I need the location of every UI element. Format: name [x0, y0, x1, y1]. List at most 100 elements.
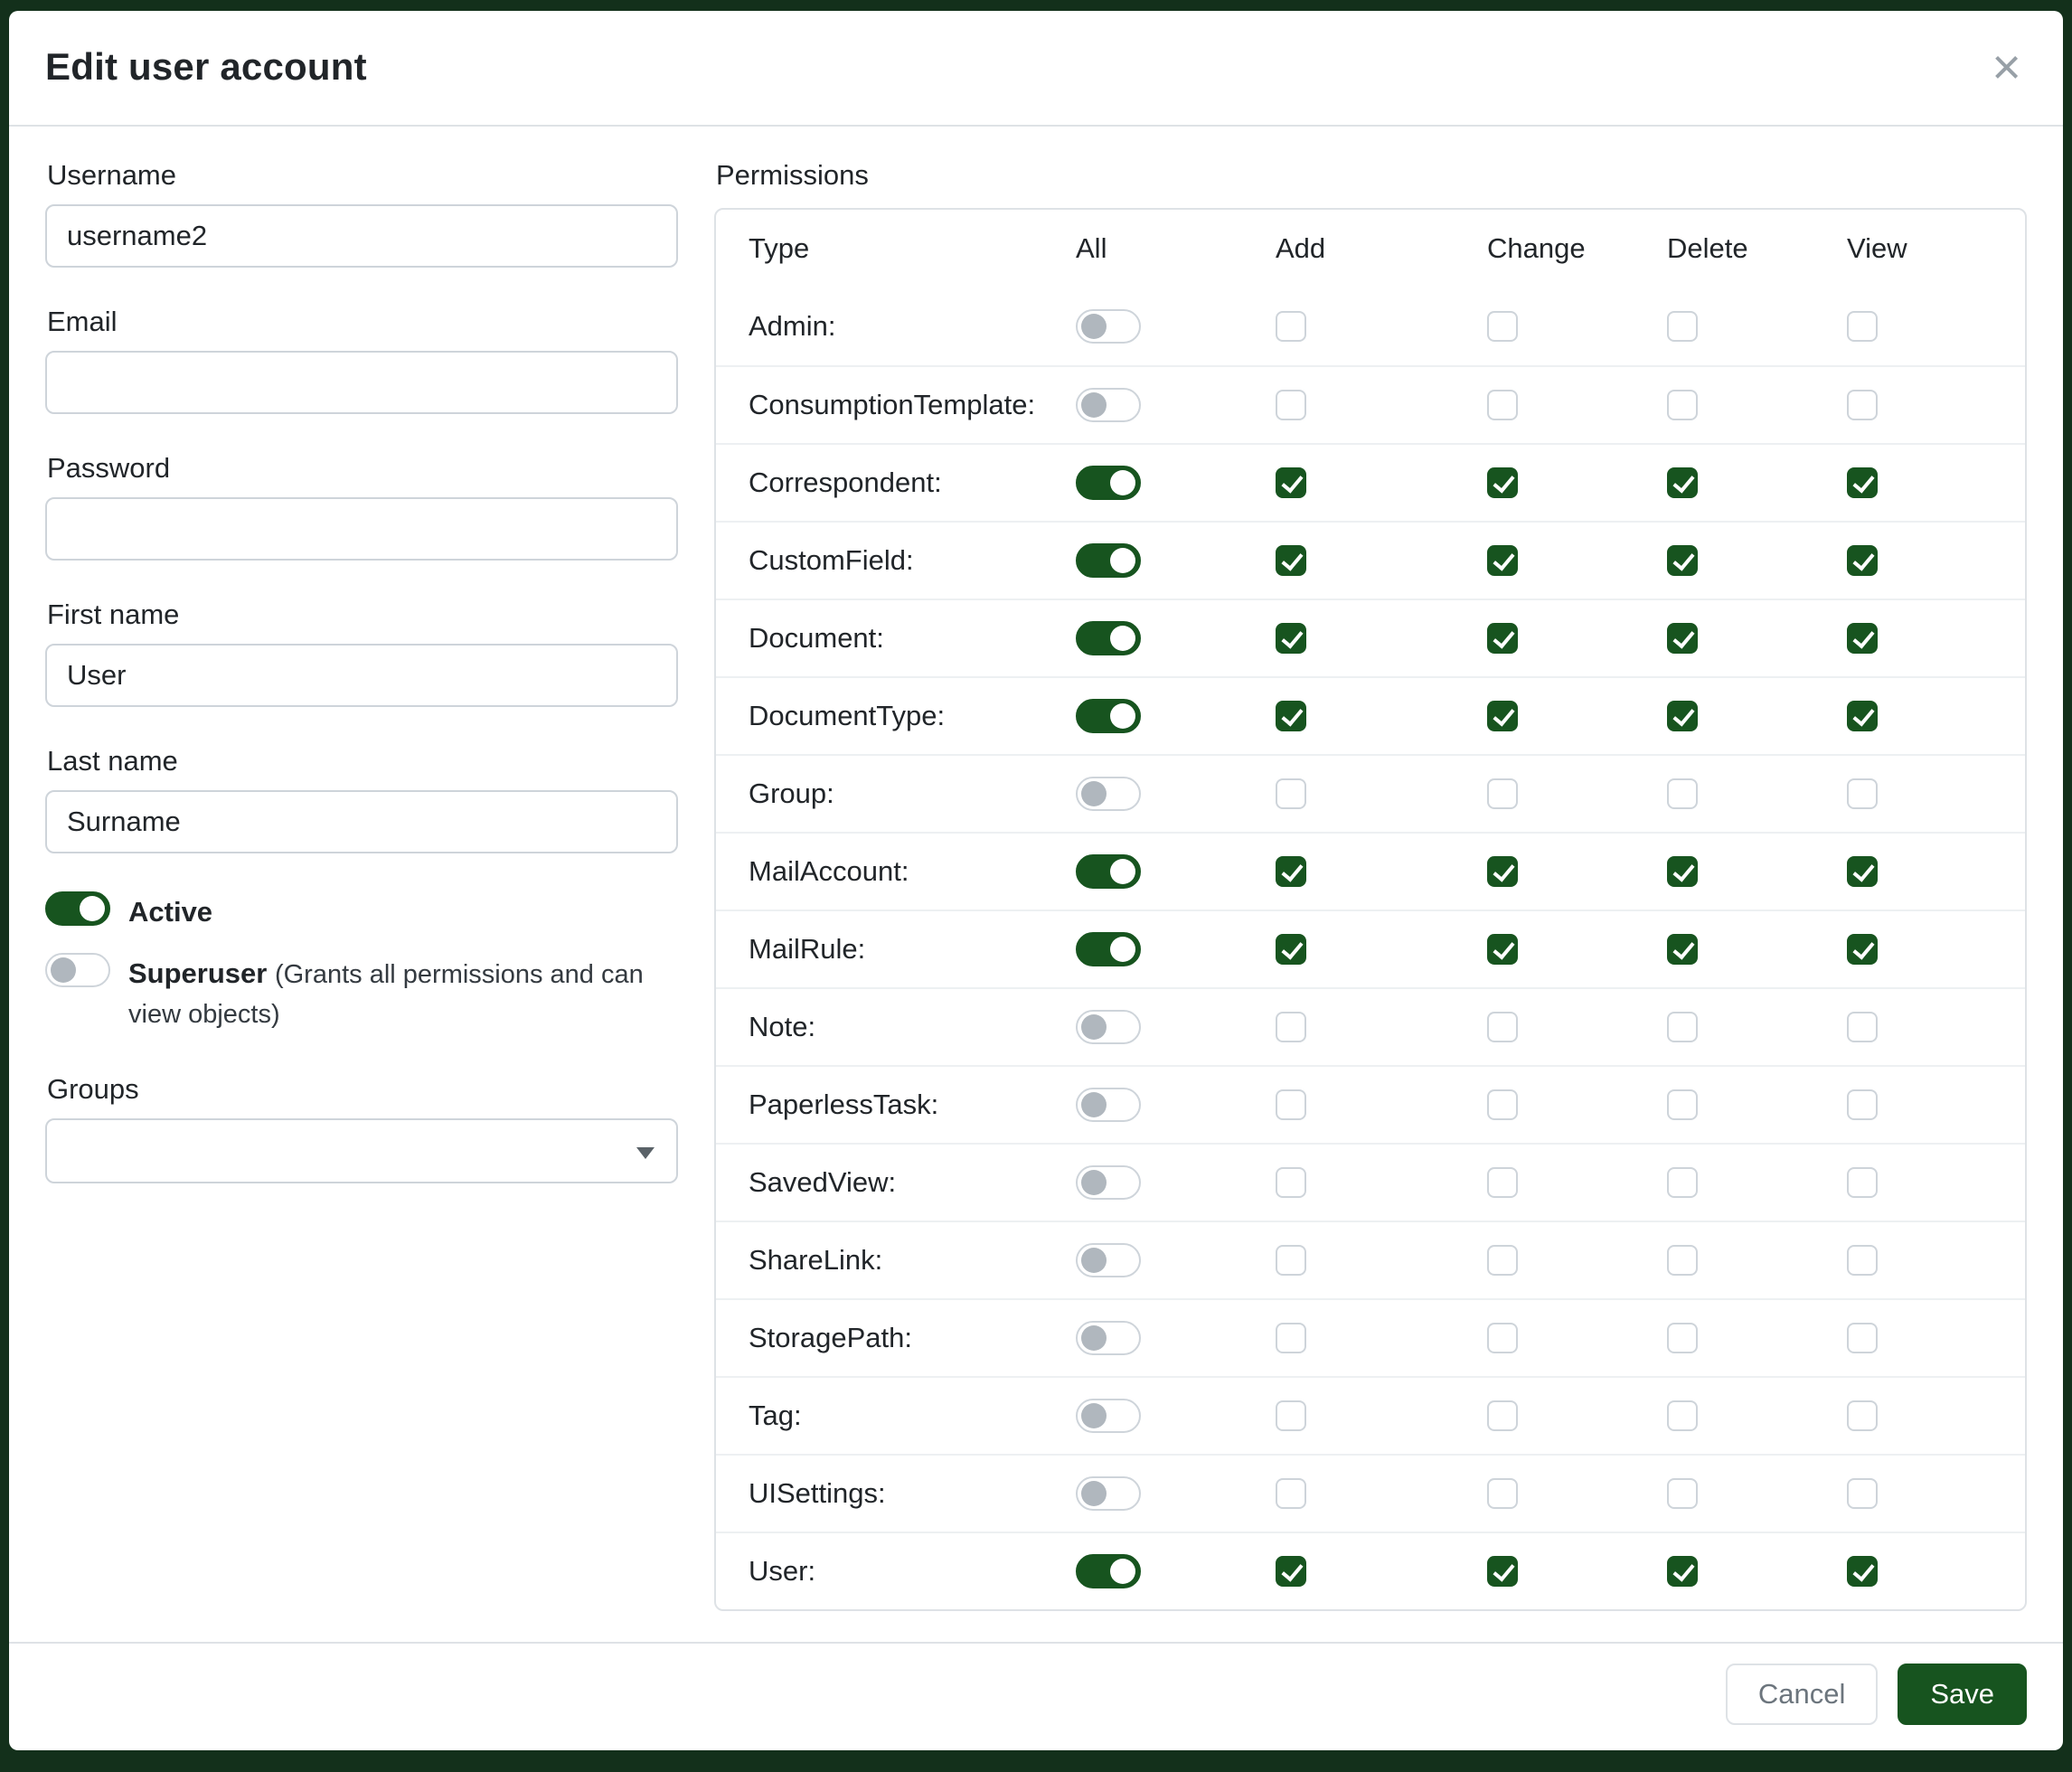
- delete-checkbox[interactable]: [1667, 1323, 1698, 1353]
- add-checkbox[interactable]: [1276, 934, 1306, 965]
- delete-checkbox[interactable]: [1667, 1245, 1698, 1276]
- add-checkbox[interactable]: [1276, 467, 1306, 498]
- view-checkbox[interactable]: [1847, 623, 1878, 654]
- active-toggle[interactable]: [45, 891, 110, 926]
- delete-checkbox[interactable]: [1667, 390, 1698, 420]
- cancel-button[interactable]: Cancel: [1726, 1664, 1879, 1725]
- change-checkbox[interactable]: [1487, 701, 1518, 731]
- groups-select[interactable]: [45, 1118, 678, 1183]
- superuser-toggle[interactable]: [45, 953, 110, 987]
- change-checkbox[interactable]: [1487, 467, 1518, 498]
- delete-checkbox[interactable]: [1667, 856, 1698, 887]
- delete-checkbox[interactable]: [1667, 1400, 1698, 1431]
- change-checkbox[interactable]: [1487, 1012, 1518, 1042]
- change-checkbox[interactable]: [1487, 1556, 1518, 1587]
- delete-checkbox[interactable]: [1667, 1556, 1698, 1587]
- delete-checkbox[interactable]: [1667, 1089, 1698, 1120]
- add-checkbox[interactable]: [1276, 1323, 1306, 1353]
- add-checkbox[interactable]: [1276, 1167, 1306, 1198]
- all-toggle[interactable]: [1076, 1476, 1141, 1511]
- add-checkbox[interactable]: [1276, 1245, 1306, 1276]
- change-checkbox[interactable]: [1487, 1400, 1518, 1431]
- add-checkbox[interactable]: [1276, 778, 1306, 809]
- all-toggle[interactable]: [1076, 466, 1141, 500]
- add-checkbox[interactable]: [1276, 701, 1306, 731]
- password-field[interactable]: [45, 497, 678, 561]
- all-toggle[interactable]: [1076, 1321, 1141, 1355]
- add-checkbox[interactable]: [1276, 623, 1306, 654]
- view-checkbox[interactable]: [1847, 1556, 1878, 1587]
- all-toggle[interactable]: [1076, 1010, 1141, 1044]
- view-checkbox[interactable]: [1847, 1089, 1878, 1120]
- all-toggle[interactable]: [1076, 854, 1141, 889]
- view-checkbox[interactable]: [1847, 390, 1878, 420]
- change-checkbox[interactable]: [1487, 623, 1518, 654]
- view-checkbox[interactable]: [1847, 311, 1878, 342]
- all-toggle[interactable]: [1076, 1554, 1141, 1588]
- all-toggle[interactable]: [1076, 621, 1141, 655]
- view-checkbox[interactable]: [1847, 1245, 1878, 1276]
- add-checkbox[interactable]: [1276, 856, 1306, 887]
- view-checkbox[interactable]: [1847, 545, 1878, 576]
- delete-checkbox[interactable]: [1667, 545, 1698, 576]
- all-toggle[interactable]: [1076, 1399, 1141, 1433]
- change-checkbox[interactable]: [1487, 778, 1518, 809]
- view-checkbox[interactable]: [1847, 856, 1878, 887]
- delete-checkbox[interactable]: [1667, 1478, 1698, 1509]
- first-name-field[interactable]: [45, 644, 678, 707]
- delete-checkbox[interactable]: [1667, 467, 1698, 498]
- change-checkbox[interactable]: [1487, 1245, 1518, 1276]
- view-checkbox[interactable]: [1847, 1478, 1878, 1509]
- delete-checkbox[interactable]: [1667, 778, 1698, 809]
- all-toggle[interactable]: [1076, 1088, 1141, 1122]
- change-checkbox[interactable]: [1487, 1478, 1518, 1509]
- permission-type-label: StoragePath:: [716, 1322, 1072, 1354]
- email-group: Email: [45, 306, 678, 414]
- view-checkbox[interactable]: [1847, 1167, 1878, 1198]
- delete-checkbox[interactable]: [1667, 623, 1698, 654]
- add-checkbox[interactable]: [1276, 390, 1306, 420]
- change-checkbox[interactable]: [1487, 934, 1518, 965]
- all-toggle[interactable]: [1076, 388, 1141, 422]
- change-checkbox[interactable]: [1487, 1089, 1518, 1120]
- all-toggle[interactable]: [1076, 309, 1141, 344]
- email-field[interactable]: [45, 351, 678, 414]
- add-cell: [1272, 467, 1483, 498]
- change-cell: [1483, 934, 1663, 965]
- all-toggle[interactable]: [1076, 699, 1141, 733]
- view-checkbox[interactable]: [1847, 1400, 1878, 1431]
- add-checkbox[interactable]: [1276, 1400, 1306, 1431]
- view-checkbox[interactable]: [1847, 701, 1878, 731]
- add-checkbox[interactable]: [1276, 311, 1306, 342]
- close-icon[interactable]: ×: [1986, 42, 2027, 92]
- view-checkbox[interactable]: [1847, 1012, 1878, 1042]
- all-toggle[interactable]: [1076, 932, 1141, 966]
- change-checkbox[interactable]: [1487, 856, 1518, 887]
- delete-checkbox[interactable]: [1667, 934, 1698, 965]
- delete-checkbox[interactable]: [1667, 701, 1698, 731]
- all-toggle[interactable]: [1076, 1165, 1141, 1200]
- change-checkbox[interactable]: [1487, 1323, 1518, 1353]
- save-button[interactable]: Save: [1898, 1664, 2027, 1725]
- delete-checkbox[interactable]: [1667, 311, 1698, 342]
- change-checkbox[interactable]: [1487, 390, 1518, 420]
- add-checkbox[interactable]: [1276, 1089, 1306, 1120]
- change-checkbox[interactable]: [1487, 311, 1518, 342]
- delete-checkbox[interactable]: [1667, 1012, 1698, 1042]
- change-checkbox[interactable]: [1487, 545, 1518, 576]
- add-checkbox[interactable]: [1276, 1556, 1306, 1587]
- view-checkbox[interactable]: [1847, 467, 1878, 498]
- view-checkbox[interactable]: [1847, 1323, 1878, 1353]
- add-checkbox[interactable]: [1276, 545, 1306, 576]
- all-toggle[interactable]: [1076, 777, 1141, 811]
- all-toggle[interactable]: [1076, 543, 1141, 578]
- last-name-field[interactable]: [45, 790, 678, 853]
- all-toggle[interactable]: [1076, 1243, 1141, 1277]
- add-checkbox[interactable]: [1276, 1012, 1306, 1042]
- view-checkbox[interactable]: [1847, 934, 1878, 965]
- change-checkbox[interactable]: [1487, 1167, 1518, 1198]
- view-checkbox[interactable]: [1847, 778, 1878, 809]
- username-input[interactable]: [45, 204, 678, 268]
- delete-checkbox[interactable]: [1667, 1167, 1698, 1198]
- add-checkbox[interactable]: [1276, 1478, 1306, 1509]
